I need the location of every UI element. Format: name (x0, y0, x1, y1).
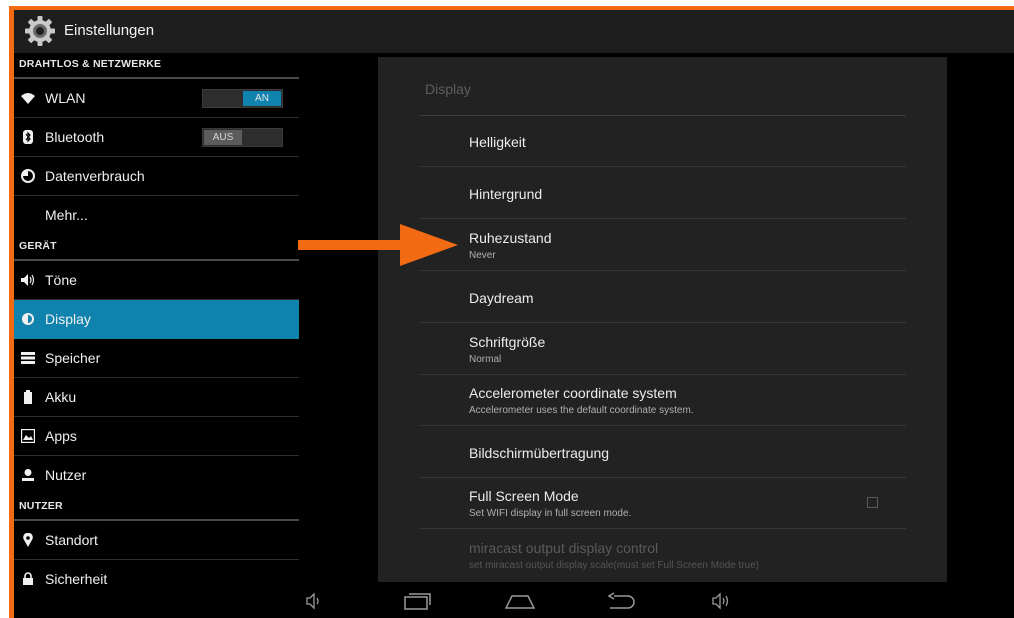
sidebar-item-label: Akku (45, 389, 77, 405)
brightness-icon (22, 313, 34, 325)
setting-summary: Never (469, 250, 496, 261)
apps-icon (21, 429, 35, 443)
full-screen-checkbox[interactable] (867, 497, 878, 508)
setting-title: miracast output display control (469, 540, 659, 556)
sidebar-item-label: Sicherheit (45, 571, 108, 587)
sidebar-item-label: Speicher (45, 350, 101, 366)
settings-screen: Einstellungen DRAHTLOS & NETZWERKE WLAN … (14, 10, 1014, 618)
setting-summary: Normal (469, 354, 502, 365)
gear-icon[interactable] (23, 14, 57, 48)
sidebar-item-battery[interactable]: Akku (14, 378, 299, 417)
setting-wallpaper[interactable]: Hintergrund (419, 168, 906, 219)
speaker-icon (21, 274, 35, 286)
sidebar-item-label: Bluetooth (45, 129, 105, 145)
sidebar-item-label: Nutzer (45, 467, 87, 483)
setting-accelerometer[interactable]: Accelerometer coordinate system Accelero… (419, 375, 906, 426)
setting-title: Helligkeit (469, 134, 526, 150)
sidebar-item-display[interactable]: Display (14, 300, 299, 339)
toggle-knob: AN (243, 91, 281, 106)
recent-apps-icon[interactable] (404, 592, 432, 610)
setting-brightness[interactable]: Helligkeit (419, 116, 906, 167)
volume-up-icon[interactable] (712, 592, 732, 610)
sidebar-item-wlan[interactable]: WLAN AN (14, 79, 299, 118)
back-icon[interactable] (606, 592, 636, 610)
setting-summary: Accelerometer uses the default coordinat… (469, 405, 694, 416)
section-header-wireless: DRAHTLOS & NETZWERKE (14, 53, 299, 79)
section-header-label: GERÄT (19, 240, 57, 252)
user-icon (22, 469, 34, 481)
setting-title: Daydream (469, 290, 534, 306)
location-icon (23, 533, 33, 547)
section-header-device: GERÄT (14, 235, 299, 261)
setting-font-size[interactable]: Schriftgröße Normal (419, 324, 906, 375)
data-usage-icon (21, 169, 35, 183)
sidebar-item-label: Display (45, 311, 91, 327)
sidebar-item-label: Mehr... (45, 207, 88, 223)
section-header-user: NUTZER (14, 495, 299, 521)
toggle-knob: AUS (204, 130, 242, 145)
section-header-label: DRAHTLOS & NETZWERKE (19, 58, 162, 70)
setting-full-screen-mode[interactable]: Full Screen Mode Set WIFI display in ful… (419, 478, 906, 529)
sidebar-item-label: Standort (45, 532, 98, 548)
setting-daydream[interactable]: Daydream (419, 272, 906, 323)
sidebar-item-label: Apps (45, 428, 77, 444)
annotation-arrow (298, 224, 458, 266)
display-settings-panel: Display Helligkeit Hintergrund Ruhezusta… (378, 57, 947, 582)
volume-down-icon[interactable] (306, 592, 322, 610)
section-header-label: NUTZER (19, 500, 63, 512)
bluetooth-icon (23, 130, 33, 144)
setting-title: Schriftgröße (469, 334, 546, 350)
action-bar: Einstellungen (14, 10, 1014, 53)
sidebar-item-data-usage[interactable]: Datenverbrauch (14, 157, 299, 196)
wifi-icon (21, 93, 35, 104)
battery-icon (24, 390, 32, 404)
panel-title: Display (425, 81, 471, 97)
setting-title: Accelerometer coordinate system (469, 385, 677, 401)
navigation-bar (14, 588, 1014, 618)
sidebar-item-users[interactable]: Nutzer (14, 456, 299, 495)
lock-icon (23, 572, 33, 585)
page-title: Einstellungen (64, 22, 155, 39)
bluetooth-toggle[interactable]: AUS (202, 128, 283, 147)
setting-title: Bildschirmübertragung (469, 445, 610, 461)
setting-title: Ruhezustand (469, 230, 552, 246)
settings-sidebar: DRAHTLOS & NETZWERKE WLAN AN Bluetooth A… (14, 53, 299, 588)
wlan-toggle[interactable]: AN (202, 89, 283, 108)
setting-title: Full Screen Mode (469, 488, 579, 504)
setting-miracast-control: miracast output display control set mira… (419, 530, 906, 581)
sidebar-item-apps[interactable]: Apps (14, 417, 299, 456)
setting-summary: Set WIFI display in full screen mode. (469, 508, 632, 519)
sidebar-item-location[interactable]: Standort (14, 521, 299, 560)
setting-sleep[interactable]: Ruhezustand Never (419, 220, 906, 271)
sidebar-item-label: WLAN (45, 90, 86, 106)
sidebar-item-sounds[interactable]: Töne (14, 261, 299, 300)
setting-title: Hintergrund (469, 186, 543, 202)
setting-cast-screen[interactable]: Bildschirmübertragung (419, 427, 906, 478)
sidebar-item-label: Datenverbrauch (45, 168, 145, 184)
home-icon[interactable] (504, 592, 536, 610)
sidebar-item-storage[interactable]: Speicher (14, 339, 299, 378)
sidebar-item-more[interactable]: Mehr... (14, 196, 299, 235)
sidebar-item-bluetooth[interactable]: Bluetooth AUS (14, 118, 299, 157)
sidebar-item-label: Töne (45, 272, 77, 288)
setting-summary: set miracast output display scale(must s… (469, 560, 760, 571)
storage-icon (21, 352, 35, 364)
